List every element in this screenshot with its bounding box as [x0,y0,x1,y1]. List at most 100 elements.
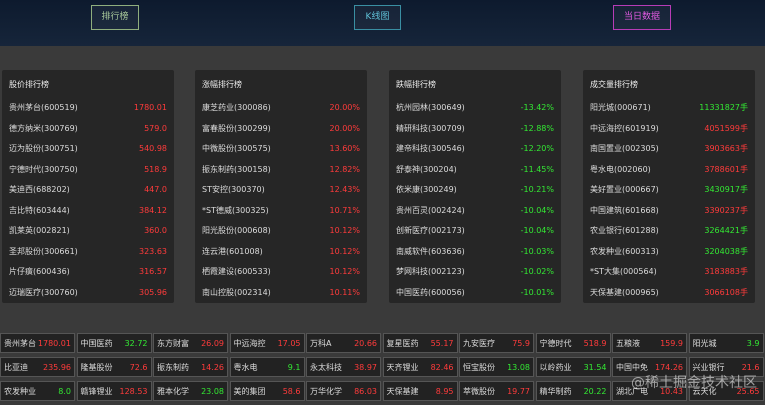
stock-value: 447.0 [144,185,167,194]
ticker-cell[interactable]: 天齐锂业 82.46 [382,357,458,377]
ticker-stock-name: 雅本化学 [157,386,189,396]
ticker-stock-value: 72.6 [129,362,148,372]
ticker-stock-value: 17.05 [277,338,301,348]
stock-value: 3903663手 [704,144,748,153]
ranking-row[interactable]: 天保基建(000965) 3066108手 [590,286,748,307]
ranking-row[interactable]: 中国建筑(601668) 3390237手 [590,204,748,225]
stock-name: 杭州园林(300649) [396,103,465,112]
ticker-cell[interactable]: 东方财富 26.09 [153,333,228,353]
stock-value: -11.45% [520,164,554,174]
ticker-cell[interactable]: 贵州茅台 1780.01 [0,333,75,353]
ticker-stock-value: 1780.01 [37,338,71,348]
ranking-row[interactable]: 建帝科技(300546) -12.20% [396,142,554,163]
ranking-row[interactable]: 阳光股份(000608) 10.12% [202,224,360,245]
ticker-cell[interactable]: 五粮液 159.9 [612,333,687,353]
ranking-row[interactable]: ST安控(300370) 12.43% [202,183,360,204]
ticker-stock-value: 86.03 [354,386,377,396]
ranking-row[interactable]: 粤水电(002060) 3788601手 [590,163,748,184]
ticker-stock-value: 128.53 [119,386,148,396]
ranking-row[interactable]: 农业银行(601288) 3264421手 [590,224,748,245]
ticker-cell[interactable]: 中远海控 17.05 [229,333,305,353]
ticker-cell[interactable]: 恒宝股份 13.08 [459,357,534,377]
ranking-row[interactable]: 杭州园林(300649) -13.42% [396,101,554,122]
stock-name: 贵州百灵(002424) [396,205,465,215]
stock-name: 连云港(601008) [202,246,263,256]
ranking-row[interactable]: 舒泰神(300204) -11.45% [396,163,554,184]
ranking-row[interactable]: 振东制药(300158) 12.82% [202,163,360,184]
ticker-cell[interactable]: 中国医药 32.72 [76,333,152,353]
ranking-row[interactable]: 南国置业(002305) 3903663手 [590,142,748,163]
ranking-row[interactable]: *ST大集(000564) 3183883手 [590,265,748,286]
ranking-row[interactable]: 迈瑞医疗(300760) 305.96 [9,286,167,307]
ticker-stock-name: 阳光城 [692,338,717,348]
ranking-row[interactable]: *ST德威(300325) 10.71% [202,204,360,225]
ranking-row[interactable]: 依米康(300249) -10.21% [396,183,554,204]
ticker-cell[interactable]: 粤水电 9.1 [229,357,305,377]
ranking-tab-button[interactable]: 排行榜 [91,5,139,30]
ranking-row[interactable]: 凯莱英(002821) 360.0 [9,224,167,245]
today-data-tab-button[interactable]: 当日数据 [613,5,671,30]
ticker-cell[interactable]: 振东制药 14.26 [153,357,228,377]
ranking-row[interactable]: 中国医药(600056) -10.01% [396,286,554,307]
ranking-row[interactable]: 梦网科技(002123) -10.02% [396,265,554,286]
ranking-row[interactable]: 阳光城(000671) 11331827手 [590,101,748,122]
ticker-cell[interactable]: 隆基股份 72.6 [76,357,152,377]
ticker-cell[interactable]: 宁德时代 518.9 [535,333,611,353]
ticker-stock-value: 8.0 [58,386,71,396]
ranking-row[interactable]: 精研科技(300709) -12.88% [396,122,554,143]
ticker-cell[interactable]: 天保基建 8.95 [382,381,458,401]
ticker-cell[interactable]: 美的集团 58.6 [229,381,305,401]
stock-name: 依米康(300249) [396,185,457,194]
ticker-cell[interactable]: 精华制药 20.22 [535,381,611,401]
ranking-row[interactable]: 迈为股份(300751) 540.98 [9,142,167,163]
ranking-row[interactable]: 德方纳米(300769) 579.0 [9,122,167,143]
ticker-stock-name: 贵州茅台 [4,338,36,348]
ticker-cell[interactable]: 阳光城 3.9 [688,333,764,353]
ticker-stock-name: 中国中免 [616,362,648,372]
ticker-cell[interactable]: 复星医药 55.17 [382,333,458,353]
ranking-row[interactable]: 美迪西(688202) 447.0 [9,183,167,204]
ranking-row[interactable]: 吉比特(603444) 384.12 [9,204,167,225]
stock-name: 中国医药(600056) [396,287,465,297]
ticker-stock-name: 中远海控 [233,338,266,348]
stock-name: 农发种业(600313) [590,246,659,256]
top-bar: 排行榜 K线图 当日数据 [0,0,765,46]
ranking-row[interactable]: 连云港(601008) 10.12% [202,245,360,266]
ticker-cell[interactable]: 永太科技 38.97 [306,357,381,377]
ticker-cell[interactable]: 萃微股份 19.77 [459,381,534,401]
ranking-row[interactable]: 圣邦股份(300661) 323.63 [9,245,167,266]
ticker-cell[interactable]: 万华化学 86.03 [306,381,381,401]
ranking-row[interactable]: 中微股份(300575) 13.60% [202,142,360,163]
ticker-cell[interactable]: 以岭药业 31.54 [535,357,611,377]
stock-name: 南山控股(002314) [202,287,271,297]
ticker-cell[interactable]: 赣锋锂业 128.53 [76,381,152,401]
ticker-cell[interactable]: 比亚迪 235.96 [0,357,75,377]
ranking-row[interactable]: 美好置业(000667) 3430917手 [590,183,748,204]
ranking-row[interactable]: 南威软件(603636) -10.03% [396,245,554,266]
panel-title: 涨幅排行榜 [202,80,242,89]
ranking-row[interactable]: 创新医疗(002173) -10.04% [396,224,554,245]
ranking-row[interactable]: 贵州茅台(600519) 1780.01 [9,101,167,122]
stock-value: 12.82% [329,164,360,174]
ticker-cell[interactable]: 农发种业 8.0 [0,381,75,401]
ranking-row[interactable]: 康芝药业(300086) 20.00% [202,101,360,122]
ticker-stock-value: 19.77 [507,386,530,396]
ticker-stock-name: 复星医药 [386,338,419,348]
ranking-row[interactable]: 片仔癀(600436) 316.57 [9,265,167,286]
stock-value: 10.12% [329,226,360,235]
ranking-row[interactable]: 南山控股(002314) 10.11% [202,286,360,307]
ticker-cell[interactable]: 万科A 20.66 [306,333,381,353]
ranking-row[interactable]: 栖霞建设(600533) 10.12% [202,265,360,286]
ranking-row[interactable]: 贵州百灵(002424) -10.04% [396,204,554,225]
ticker-stock-name: 粤水电 [233,362,258,372]
ranking-row[interactable]: 富春股份(300299) 20.00% [202,122,360,143]
panel-title: 跌幅排行榜 [396,80,436,89]
ranking-row[interactable]: 中远海控(601919) 4051599手 [590,122,748,143]
stock-name: 南威软件(603636) [396,246,465,256]
stock-name: 创新医疗(002173) [396,226,465,235]
kline-tab-button[interactable]: K线图 [354,5,401,30]
ranking-row[interactable]: 农发种业(600313) 3204038手 [590,245,748,266]
ticker-cell[interactable]: 九安医疗 75.9 [459,333,534,353]
ranking-row[interactable]: 宁德时代(300750) 518.9 [9,163,167,184]
ticker-cell[interactable]: 雅本化学 23.08 [153,381,228,401]
